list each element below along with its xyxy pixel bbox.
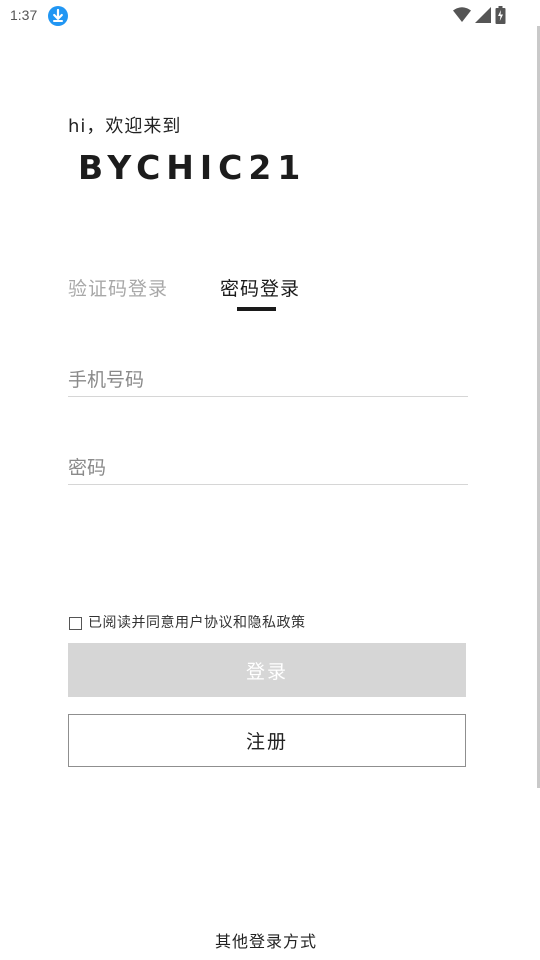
wifi-icon: [453, 7, 471, 22]
active-tab-indicator: [237, 307, 276, 311]
password-input[interactable]: [68, 452, 468, 485]
download-icon: [48, 6, 68, 26]
agreement-row[interactable]: 已阅读并同意用户协议和隐私政策: [69, 612, 306, 632]
register-button[interactable]: 注册: [68, 714, 466, 767]
login-button[interactable]: 登录: [68, 643, 466, 697]
tab-password-login[interactable]: 密码登录: [220, 274, 300, 301]
status-icons: [453, 6, 506, 24]
signal-icon: [475, 7, 491, 23]
status-bar: 1:37: [0, 0, 540, 32]
welcome-text: hi，欢迎来到: [68, 116, 182, 137]
agreement-text[interactable]: 已阅读并同意用户协议和隐私政策: [88, 612, 306, 632]
other-login-methods-link[interactable]: 其他登录方式: [0, 928, 532, 952]
tab-verification-code-login[interactable]: 验证码登录: [68, 274, 168, 301]
phone-number-input[interactable]: [68, 364, 468, 397]
brand-logo: BYCHIC21: [78, 148, 307, 187]
battery-icon: [495, 6, 506, 24]
status-time: 1:37: [10, 7, 38, 23]
agreement-checkbox[interactable]: [69, 616, 82, 630]
